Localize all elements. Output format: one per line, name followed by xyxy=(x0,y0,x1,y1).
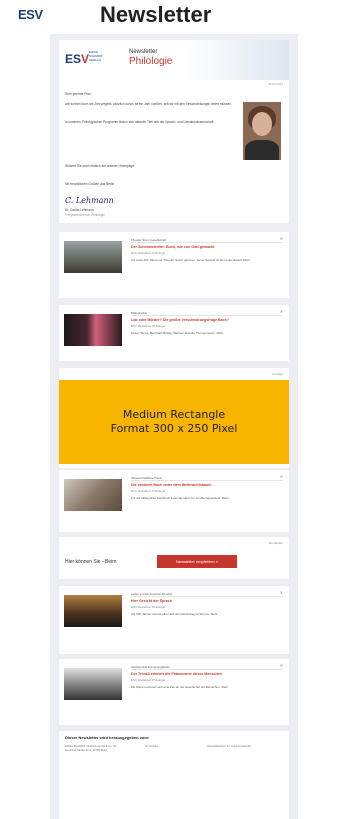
ad-slot[interactable]: Anzeige Medium Rectangle Format 300 x 25… xyxy=(59,368,289,468)
esv-logo: ESV xyxy=(18,7,43,22)
footer-address: ERICH SCHMIDT VERLAG GmbH & Co. KG, Gent… xyxy=(65,745,118,752)
article-author: ESV Redaktion Philologie xyxy=(131,605,166,609)
article-author: ESV Redaktion Philologie xyxy=(131,678,166,682)
article-teaser: Lieber Tanna, Bernhard Bettag: Bahnen ak… xyxy=(131,331,224,335)
article-teaser: Mit Spuren erinnert sich eine Zeit an di… xyxy=(131,685,229,689)
medium-rectangle-ad[interactable]: Medium Rectangle Format 300 x 250 Pixel xyxy=(59,380,289,464)
article-card[interactable]: Theodor Storm Gesellschaft ✕ Der Schimme… xyxy=(59,232,289,298)
ad-line-2: Format 300 x 250 Pixel xyxy=(110,422,238,435)
ad-line-1: Medium Rectangle xyxy=(122,408,226,421)
close-icon: ✕ xyxy=(279,663,283,668)
recommend-block: Empfehlen Hier können Sie - Beim Newslet… xyxy=(59,537,289,579)
article-teaser: Vor 500 Jahren stand Luther auf dem Reic… xyxy=(131,612,218,616)
header-logo-sub: ERICH SCHMIDT VERLAG xyxy=(89,50,103,62)
article-thumbnail[interactable] xyxy=(64,479,122,511)
article-thumbnail[interactable] xyxy=(64,314,122,346)
article-card[interactable]: Bibliographie ✕ Lob oder Mörder? Die grö… xyxy=(59,305,289,361)
article-teaser: Vor etwa 200 Jahren ist Theodor Storm ge… xyxy=(131,258,251,262)
article-thumbnail[interactable] xyxy=(64,595,122,627)
close-icon: ✕ xyxy=(279,474,283,479)
author-photo xyxy=(243,102,281,160)
article-title[interactable]: Die schönen Buch unter dem Weihnachtsbau… xyxy=(131,483,281,487)
author-name: Dr. Carina Lehmann xyxy=(65,208,94,212)
divider xyxy=(131,315,283,316)
article-card[interactable]: Wissenschaftliche Praxis ✕ Die schönen B… xyxy=(59,470,289,532)
divider xyxy=(131,596,283,597)
article-author: ESV Redaktion Philologie xyxy=(131,251,166,255)
page-title: Newsletter xyxy=(100,2,212,27)
article-teaser: Für die bibliophilen Fachbuch Freunde Id… xyxy=(131,496,229,500)
close-icon: ✕ xyxy=(279,590,283,595)
header-subject: Philologie xyxy=(129,56,173,67)
issue-date: 29.04.2021 xyxy=(267,82,283,86)
newsletter-footer: Dieser Newsletter wird herausgegeben vom… xyxy=(59,731,289,819)
article-card[interactable]: Luther und die deutsche Sprache ✕ Hier G… xyxy=(59,586,289,654)
intro-paragraph-2: In unserem Philologischen Programm finde… xyxy=(65,120,215,124)
article-title[interactable]: Lob oder Mörder? Die größte Verschwörung… xyxy=(131,318,281,322)
close-icon: ✕ xyxy=(279,309,283,314)
recommend-button[interactable]: Newsletter empfehlen » xyxy=(157,555,237,568)
footer-contact: Ihr Kontakt xyxy=(145,745,158,748)
close-icon: ✕ xyxy=(279,236,283,241)
header-newsletter-label: Newsletter xyxy=(129,49,158,55)
top-bar: ESV Newsletter xyxy=(0,0,342,34)
ad-label: Anzeige xyxy=(272,372,283,376)
recommend-question: Hier können Sie - Beim xyxy=(65,559,117,565)
closing: Mit freundlichen Grüßen aus Berlin xyxy=(65,182,115,186)
intro-paragraph-3: Stöbern Sie doch einfach auf unserer Hom… xyxy=(65,164,135,168)
footer-management: Geschäftsführer: Dr. Joachim Schmidt xyxy=(207,745,251,748)
signature: C. Lehmann xyxy=(65,196,114,205)
article-title[interactable]: Der Tronkli erinnert die Phänomene diese… xyxy=(131,672,281,676)
recommend-label: Empfehlen xyxy=(268,541,283,545)
newsletter-page: ESV Newsletter ESV ERICH SCHMIDT VERLAG … xyxy=(0,0,342,819)
article-title[interactable]: Der Schimmelreiter: Buch, wie von Gott g… xyxy=(131,245,281,249)
divider xyxy=(131,480,283,481)
article-thumbnail[interactable] xyxy=(64,668,122,700)
article-thumbnail[interactable] xyxy=(64,241,122,273)
intro-paragraph-1: wie schnell doch die Zeit vergeht: plötz… xyxy=(65,102,232,106)
intro-letter: 29.04.2021 Sehr geehrte Frau wie schnell… xyxy=(59,80,289,223)
author-role: Programmbereich Philologie xyxy=(65,213,106,217)
divider xyxy=(131,669,283,670)
divider xyxy=(131,242,283,243)
article-title[interactable]: Hier Gesicht der Sprach xyxy=(131,599,281,603)
article-card[interactable]: Schwerpunkt Erinnerungskultur ✕ Der Tron… xyxy=(59,659,289,725)
greeting: Sehr geehrte Frau xyxy=(65,92,91,96)
article-author: ESV Redaktion Philologie xyxy=(131,489,166,493)
footer-title: Dieser Newsletter wird herausgegeben vom… xyxy=(65,735,150,740)
article-author: ESV Redaktion Philologie xyxy=(131,324,166,328)
newsletter-header: ESV ERICH SCHMIDT VERLAG Newsletter Phil… xyxy=(59,40,289,80)
header-logo[interactable]: ESV xyxy=(65,52,89,66)
